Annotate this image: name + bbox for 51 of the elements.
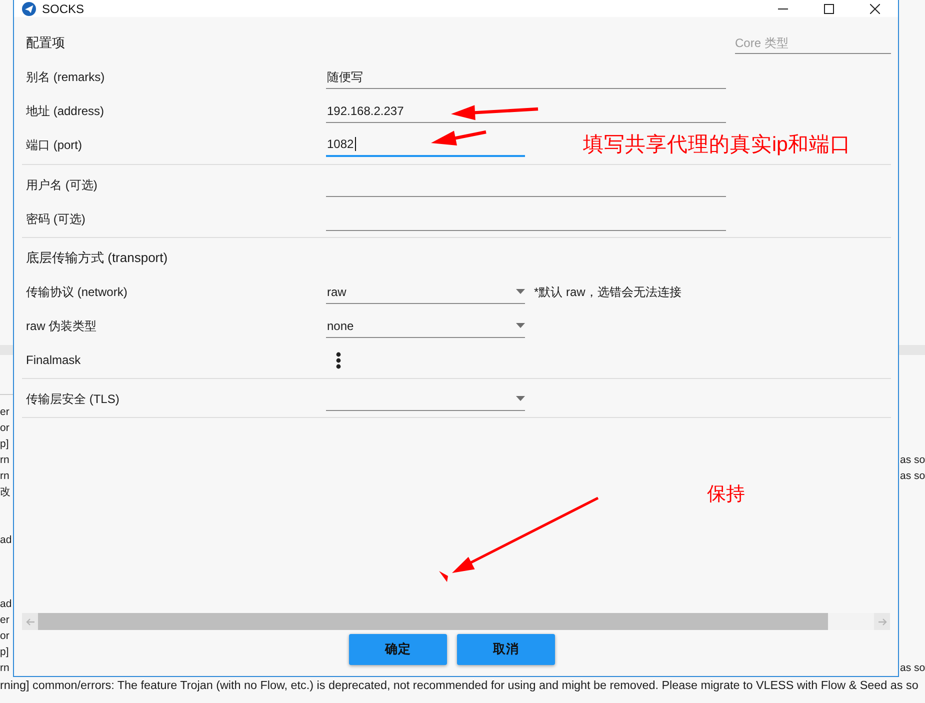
field-note: *默认 raw，选错会无法连接 bbox=[534, 284, 682, 301]
section-heading: 底层传输方式 (transport) bbox=[26, 249, 168, 268]
dropdown-field[interactable]: raw bbox=[326, 280, 525, 304]
log-text: p] bbox=[0, 646, 9, 658]
dropdown-caret-icon bbox=[516, 396, 525, 401]
log-text: rn bbox=[0, 454, 10, 466]
dropdown-caret-icon bbox=[516, 323, 525, 328]
input-field[interactable]: Core 类型 bbox=[735, 32, 891, 54]
section-heading: 配置项 bbox=[26, 34, 65, 52]
annotation-text: 保持 bbox=[707, 484, 745, 507]
log-text: as so bbox=[900, 470, 925, 482]
toolbar-band bbox=[0, 345, 13, 355]
log-text: or bbox=[0, 630, 10, 642]
annotation-text: 填写共享代理的真实ip和端口 bbox=[583, 133, 851, 158]
field-label: raw 伪装类型 bbox=[26, 318, 98, 335]
annotation-arrow bbox=[431, 130, 486, 146]
cancel-button[interactable]: 取消 bbox=[457, 634, 555, 665]
field-label: Finalmask bbox=[26, 352, 82, 369]
toolbar-band bbox=[899, 345, 925, 355]
close-icon bbox=[870, 4, 880, 14]
window-title: SOCKS bbox=[42, 2, 84, 16]
log-text: as so bbox=[900, 662, 925, 674]
maximize-icon bbox=[824, 4, 834, 14]
log-text: ad bbox=[0, 598, 12, 610]
dropdown-caret-icon bbox=[516, 289, 525, 294]
text-cursor-icon bbox=[354, 137, 356, 151]
more-icon bbox=[336, 352, 340, 368]
field-label: 别名 (remarks) bbox=[26, 69, 106, 86]
log-text: or bbox=[0, 422, 10, 434]
log-text: rning] common/errors: The feature Trojan (with no Flow, etc.) is deprecated, not recommended for using and might be removed. Please migrate to VLESS with Flow & Seed as so bbox=[0, 679, 918, 692]
scroll-left-button[interactable] bbox=[22, 613, 38, 630]
log-text: ad bbox=[0, 534, 12, 546]
log-text: rn bbox=[0, 662, 10, 674]
arrow-left-icon bbox=[26, 618, 34, 626]
log-text: as so bbox=[900, 454, 925, 466]
dropdown-field[interactable]: none bbox=[326, 314, 525, 338]
field-label: 端口 (port) bbox=[26, 137, 84, 154]
log-text: er bbox=[0, 406, 10, 418]
input-field[interactable]: 随便写 bbox=[326, 65, 726, 89]
field-label: 用户名 (可选) bbox=[26, 177, 98, 194]
log-text: p] bbox=[0, 438, 9, 450]
field-label: 地址 (address) bbox=[26, 103, 106, 120]
log-text: 改 bbox=[0, 486, 11, 498]
arrow-right-icon bbox=[878, 618, 886, 626]
scroll-right-button[interactable] bbox=[874, 613, 890, 630]
field-label: 传输层安全 (TLS) bbox=[26, 391, 120, 408]
field-label: 传输协议 (network) bbox=[26, 284, 128, 301]
confirm-button[interactable]: 确定 bbox=[349, 634, 447, 665]
log-text: rn bbox=[0, 470, 10, 482]
field-label: 密码 (可选) bbox=[26, 211, 86, 228]
log-text: er bbox=[0, 614, 10, 626]
